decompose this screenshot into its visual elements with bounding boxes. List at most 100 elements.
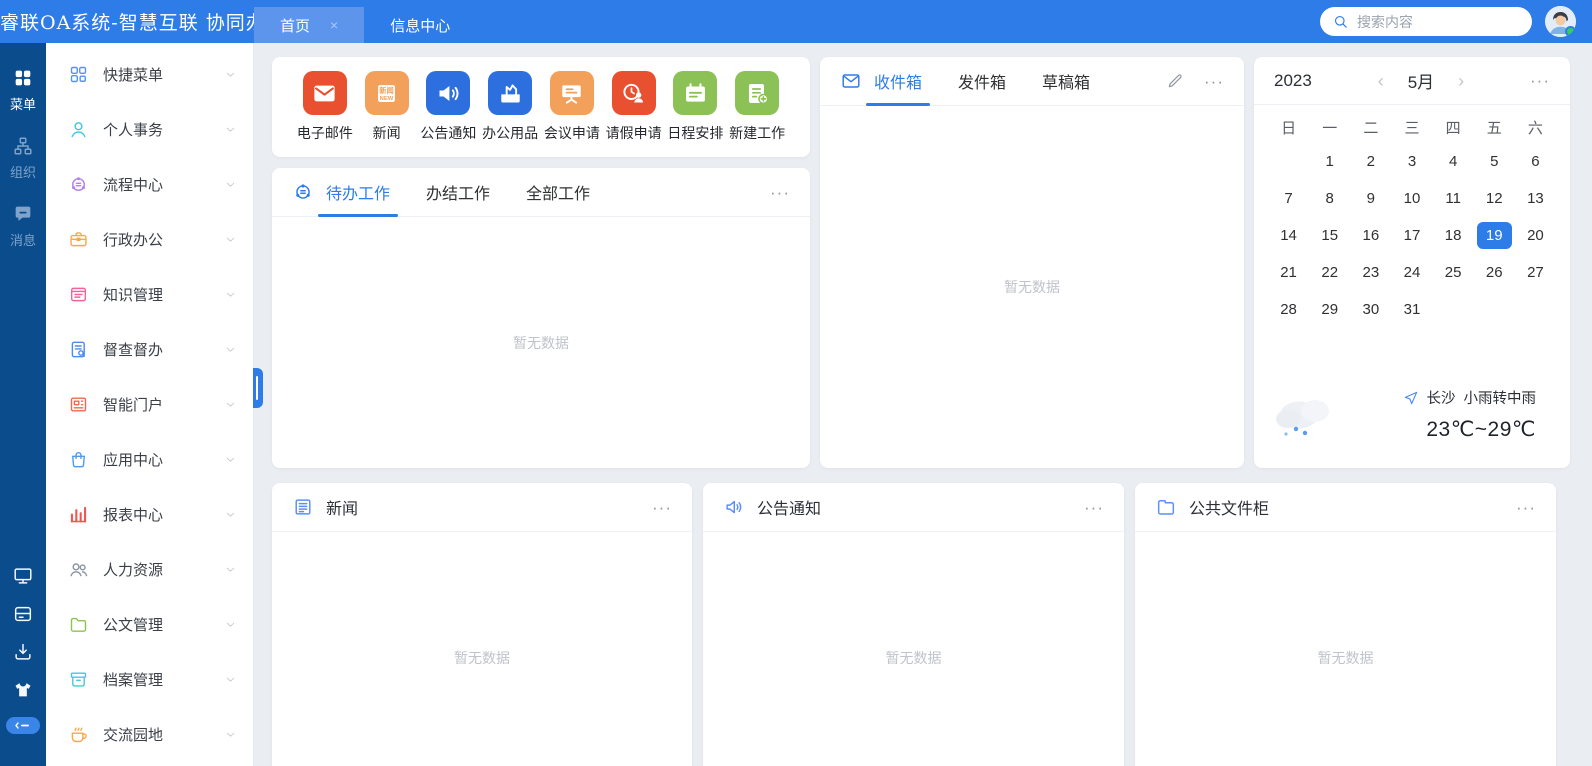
work-tab-1[interactable]: 办结工作 [426,168,490,216]
quick-app-label: 公告通知 [420,123,476,143]
sidebar-item-forum[interactable]: 交流园地 [46,707,253,762]
speaker-icon [435,80,462,107]
quick-app-announcement[interactable]: 公告通知 [418,71,480,143]
calendar-day[interactable]: 2 [1350,148,1391,175]
announcement-more-button[interactable]: ··· [1084,499,1104,516]
calendar-day[interactable]: 4 [1433,148,1474,175]
calendar-day[interactable]: 3 [1391,148,1432,175]
bottom-panels-row: 新闻···暂无数据公告通知···暂无数据公共文件柜···暂无数据 [272,483,1570,766]
calendar-day[interactable]: 11 [1433,185,1474,212]
calendar-day[interactable]: 18 [1433,222,1474,249]
panel-title: 公共文件柜 [1189,495,1269,519]
calendar-day[interactable]: 1 [1309,148,1350,175]
search-input[interactable] [1357,14,1538,30]
sidebar-item-personal[interactable]: 个人事务 [46,102,253,157]
calendar-day[interactable]: 23 [1350,259,1391,286]
mail-tab-0[interactable]: 收件箱 [874,57,922,105]
calendar-more-button[interactable]: ··· [1530,72,1550,89]
calendar-day[interactable]: 5 [1474,148,1515,175]
pencil-icon[interactable] [1166,72,1184,90]
sidebar-item-quick-menu[interactable]: 快捷菜单 [46,47,253,102]
calendar-day[interactable]: 28 [1268,296,1309,323]
work-tab-2[interactable]: 全部工作 [526,168,590,216]
calendar-day[interactable]: 6 [1515,148,1556,175]
calendar-next-button[interactable]: › [1458,72,1464,90]
calendar-day[interactable]: 9 [1350,185,1391,212]
rail-bottom-card-button[interactable] [12,603,34,625]
mail-more-button[interactable]: ··· [1204,73,1224,90]
quick-app-label: 会议申请 [544,123,600,143]
quick-app-email[interactable]: 电子邮件 [294,71,356,143]
calendar-day[interactable]: 20 [1515,222,1556,249]
calendar-prev-button[interactable]: ‹ [1378,72,1384,90]
quick-app-new-task[interactable]: 新建工作 [726,71,788,143]
calendar-day[interactable]: 7 [1268,185,1309,212]
calendar-day[interactable]: 12 [1474,185,1515,212]
chevron-down-icon [224,618,237,631]
expand-pill-button[interactable] [6,717,40,734]
mail-tab-2[interactable]: 草稿箱 [1042,57,1090,105]
calendar-day[interactable]: 24 [1391,259,1432,286]
portal-icon [68,394,89,415]
sidebar-item-hr[interactable]: 人力资源 [46,542,253,597]
rail-item-message[interactable]: 消息 [10,203,36,249]
sidebar-item-admin-office[interactable]: 行政办公 [46,212,253,267]
schedule-icon [682,80,709,107]
cup-icon [68,724,89,745]
announcement-panel-actions: ··· [1084,499,1104,516]
calendar-day[interactable]: 14 [1268,222,1309,249]
sidebar-item-portal[interactable]: 智能门户 [46,377,253,432]
calendar-day[interactable]: 30 [1350,296,1391,323]
calendar-day[interactable]: 29 [1309,296,1350,323]
calendar-day[interactable]: 26 [1474,259,1515,286]
cabinet-more-button[interactable]: ··· [1516,499,1536,516]
news-panel-header: 新闻··· [272,483,692,532]
tab-close-icon[interactable]: × [330,17,338,33]
sidebar-item-inspect[interactable]: 督查督办 [46,322,253,377]
rail-bottom-download-button[interactable] [12,641,34,663]
calendar-day[interactable]: 27 [1515,259,1556,286]
calendar-day[interactable]: 17 [1391,222,1432,249]
sidebar-item-knowledge[interactable]: 知识管理 [46,267,253,322]
chevron-down-icon [224,508,237,521]
sidebar-item-archives[interactable]: 档案管理 [46,652,253,707]
sidebar-item-app-center[interactable]: 应用中心 [46,432,253,487]
calendar-weekday: 四 [1433,117,1474,138]
calendar-day[interactable]: 21 [1268,259,1309,286]
workflow-icon [292,181,314,203]
calendar-day[interactable]: 13 [1515,185,1556,212]
calendar-day[interactable]: 10 [1391,185,1432,212]
news-more-button[interactable]: ··· [652,499,672,516]
sidebar-collapse-handle[interactable] [253,368,263,408]
quick-app-news[interactable]: 新闻NEW新闻 [356,71,418,143]
rail-item-label: 菜单 [10,94,36,113]
calendar-day[interactable]: 16 [1350,222,1391,249]
calendar-day[interactable]: 15 [1309,222,1350,249]
quick-app-supplies[interactable]: 办公用品 [479,71,541,143]
search-box[interactable] [1320,7,1532,36]
avatar[interactable] [1545,6,1576,37]
header-tab-info-center[interactable]: 信息中心 [364,7,476,43]
work-tab-0[interactable]: 待办工作 [326,168,390,216]
quick-app-schedule[interactable]: 日程安排 [665,71,727,143]
calendar-day[interactable]: 22 [1309,259,1350,286]
sidebar-item-workflow[interactable]: 流程中心 [46,157,253,212]
calendar-day[interactable]: 8 [1309,185,1350,212]
work-more-button[interactable]: ··· [770,184,790,201]
calendar-day[interactable]: 25 [1433,259,1474,286]
cabinet-panel-header: 公共文件柜 ··· [1135,483,1556,532]
calendar-day-selected[interactable]: 19 [1477,222,1512,249]
rail-bottom-theme-button[interactable] [12,679,34,701]
header-tab-home[interactable]: 首页× [254,7,364,43]
quick-app-meeting[interactable]: 会议申请 [541,71,603,143]
quick-app-label: 请假申请 [606,123,662,143]
rail-item-menu[interactable]: 菜单 [10,67,36,113]
envelope-icon [840,70,862,92]
rail-bottom-monitor-button[interactable] [12,565,34,587]
sidebar-item-reports[interactable]: 报表中心 [46,487,253,542]
calendar-day[interactable]: 31 [1391,296,1432,323]
rail-item-org[interactable]: 组织 [10,135,36,181]
sidebar-item-documents[interactable]: 公文管理 [46,597,253,652]
quick-app-leave[interactable]: 请假申请 [603,71,665,143]
mail-tab-1[interactable]: 发件箱 [958,57,1006,105]
